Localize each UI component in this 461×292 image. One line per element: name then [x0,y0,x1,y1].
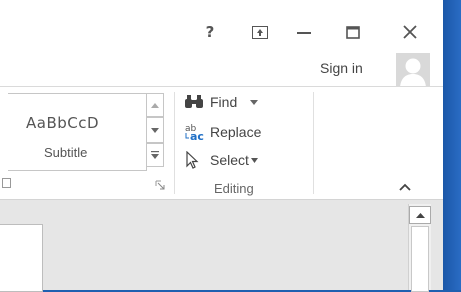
collapse-ribbon-button[interactable] [399,180,411,194]
replace-button[interactable]: ab ac Replace [184,120,261,144]
editing-group-label: Editing [214,181,254,196]
style-name-subtitle[interactable]: Subtitle [44,145,87,160]
styles-dialog-launcher[interactable] [155,180,165,190]
maximize-icon [346,25,360,39]
chevron-down-icon [250,157,258,163]
scrollbar-thumb[interactable] [411,226,429,292]
minimize-button[interactable] [287,18,321,46]
binoculars-icon [184,94,206,110]
help-button[interactable]: ? [193,18,227,46]
ribbon-display-options-button[interactable] [243,18,277,46]
chevron-up-icon [399,183,411,191]
replace-icon: ab ac [184,123,206,141]
select-button[interactable]: Select [184,148,258,172]
account-row: Sign in [0,52,443,86]
group-separator [174,92,175,194]
replace-label: Replace [210,124,262,140]
close-button[interactable] [393,18,427,46]
find-label: Find [210,94,238,110]
document-page[interactable] [0,224,43,292]
select-label: Select [210,152,249,168]
group-separator [313,92,314,194]
gallery-more-button[interactable] [146,143,164,167]
chevron-down-icon [151,127,159,133]
chevron-down-icon [250,99,259,105]
avatar[interactable] [396,53,430,87]
help-button-label: ? [205,23,215,41]
svg-text:ac: ac [190,130,204,141]
document-area [0,200,443,290]
chevron-up-icon [415,212,425,218]
resize-handle[interactable] [2,178,11,188]
gallery-scroll-up-button[interactable] [146,93,164,117]
minimize-icon [297,32,311,34]
chevron-up-icon [151,102,159,108]
cursor-arrow-icon [184,151,206,169]
title-bar: ? [0,0,443,50]
find-button[interactable]: Find [184,90,259,114]
sign-in-link[interactable]: Sign in [320,60,363,76]
gallery-expand-icon [151,151,159,159]
dialog-launcher-icon [155,180,165,190]
maximize-button[interactable] [336,18,370,46]
style-preview-sample: AaBbCcD [26,114,100,132]
gallery-scroll-down-button[interactable] [146,117,164,143]
close-icon [403,25,417,39]
ribbon-display-icon [252,25,268,39]
word-window: ? Sign in AaBbCcD Subtitle Find ab ac Re… [0,0,443,292]
scroll-up-button[interactable] [409,206,431,224]
user-avatar-icon [396,53,430,87]
desktop-background [443,0,461,290]
